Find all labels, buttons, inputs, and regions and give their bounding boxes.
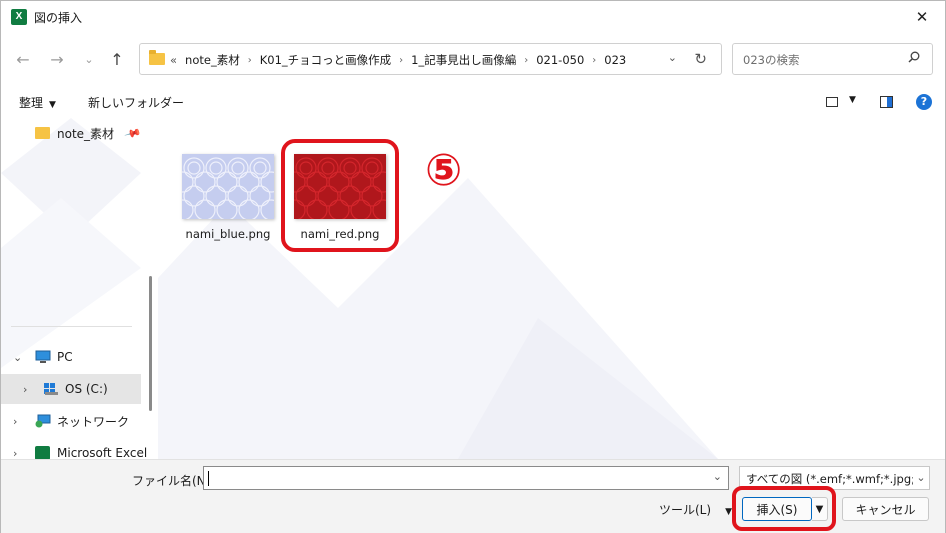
file-name: nami_blue.png <box>185 227 271 241</box>
sidebar-divider <box>11 326 132 327</box>
close-icon: ✕ <box>915 8 929 26</box>
watermark-background <box>158 178 718 459</box>
address-bar[interactable]: « note_素材 › K01_チョコっと画像作成 › 1_記事見出し画像編 ›… <box>139 43 722 75</box>
sidebar-item-os-drive[interactable]: › OS (C:) <box>1 374 141 404</box>
close-button[interactable]: ✕ <box>899 1 945 33</box>
chevron-right-icon[interactable]: › <box>23 383 27 396</box>
cancel-button[interactable]: キャンセル <box>842 497 929 521</box>
pin-icon[interactable]: 📌 <box>124 124 142 142</box>
breadcrumb-item[interactable]: 1_記事見出し画像編 <box>411 52 516 68</box>
breadcrumb-item[interactable]: K01_チョコっと画像作成 <box>260 52 391 68</box>
text-cursor <box>208 471 209 486</box>
arrow-right-icon: → <box>50 49 64 69</box>
filetype-value: すべての図 (*.emf;*.wmf;*.jpg;*.jpeg;*.jfif;*… <box>746 472 929 486</box>
recent-locations-button[interactable]: ⌄ <box>77 47 101 71</box>
command-bar: 整理 ▼ 新しいフォルダー ▼ ? <box>1 87 945 117</box>
dialog-title: 図の挿入 <box>34 11 83 25</box>
up-button[interactable]: ↑ <box>105 47 129 71</box>
chevron-right-icon[interactable]: › <box>13 415 17 428</box>
new-folder-button[interactable]: 新しいフォルダー <box>88 94 184 111</box>
sidebar-item-note-sozai[interactable]: note_素材 📌 <box>1 118 142 148</box>
chevron-right-icon[interactable]: › <box>592 55 596 66</box>
folder-icon <box>35 127 50 139</box>
search-icon <box>908 51 920 63</box>
drive-icon <box>44 383 58 395</box>
chevron-right-icon[interactable]: › <box>524 55 528 66</box>
preview-pane-icon[interactable] <box>880 96 893 108</box>
sidebar-item-label: Microsoft Excel <box>57 446 148 459</box>
caret-down-icon: ▼ <box>49 100 56 110</box>
sidebar-item-excel[interactable]: › Microsoft Excel <box>1 438 147 460</box>
chevron-down-icon: ⌄ <box>913 467 929 489</box>
tools-menu-button[interactable]: ツール(L) ▼ <box>659 501 732 518</box>
folder-icon <box>149 50 165 65</box>
chevron-down-icon[interactable]: ⌄ <box>13 351 22 364</box>
annotation-highlight-box <box>732 486 836 531</box>
tools-label: ツール(L) <box>659 503 712 517</box>
organize-menu-button[interactable]: 整理 ▼ <box>19 94 56 111</box>
excel-app-icon: X <box>11 9 27 25</box>
address-history-dropdown[interactable]: ⌄ <box>668 51 677 64</box>
caret-down-icon: ▼ <box>725 507 732 517</box>
annotation-step-number: ⑤ <box>425 145 463 196</box>
file-item[interactable]: nami_blue.png <box>172 154 282 241</box>
back-button[interactable]: ← <box>11 47 35 71</box>
chevron-right-icon[interactable]: › <box>248 55 252 66</box>
sidebar-item-network[interactable]: › ネットワーク <box>1 406 141 436</box>
view-mode-icon[interactable] <box>826 97 838 107</box>
chevron-down-icon: ⌄ <box>84 52 94 66</box>
chevron-right-icon[interactable]: › <box>399 55 403 66</box>
chevron-right-icon[interactable]: › <box>13 447 17 460</box>
search-input[interactable]: 023の検索 <box>743 52 799 68</box>
organize-label: 整理 <box>19 96 44 110</box>
arrow-left-icon: ← <box>16 49 30 69</box>
sidebar-item-label: note_素材 <box>57 126 115 141</box>
breadcrumb-overflow[interactable]: « <box>170 53 177 67</box>
excel-icon <box>35 446 50 459</box>
search-box[interactable]: 023の検索 <box>732 43 933 75</box>
breadcrumb-item[interactable]: 023 <box>604 53 626 67</box>
image-thumbnail <box>172 154 282 221</box>
dialog-footer: ファイル名(N): ⌄ すべての図 (*.emf;*.wmf;*.jpg;*.j… <box>1 459 945 533</box>
network-icon <box>35 414 51 428</box>
sidebar-item-pc[interactable]: ⌄ PC <box>1 342 141 372</box>
file-list-pane[interactable]: nami_blue.png nami_red.png ⑤ <box>158 118 945 459</box>
view-options-caret-icon[interactable]: ▼ <box>849 95 856 105</box>
breadcrumb: « note_素材 › K01_チョコっと画像作成 › 1_記事見出し画像編 ›… <box>170 52 626 68</box>
breadcrumb-item[interactable]: 021-050 <box>536 53 584 67</box>
navigation-pane: note_素材 📌 ⌄ PC › OS (C:) › ネットワーク › Micr… <box>1 118 157 459</box>
help-icon[interactable]: ? <box>916 94 932 110</box>
arrow-up-icon: ↑ <box>110 49 124 69</box>
sidebar-scrollbar[interactable] <box>149 276 152 411</box>
insert-picture-dialog: X 図の挿入 ✕ ← → ⌄ ↑ « note_素材 › K01_チョコっと画像… <box>0 0 946 533</box>
title-bar: X 図の挿入 ✕ <box>1 1 945 33</box>
sidebar-item-label: PC <box>57 350 73 364</box>
refresh-icon[interactable]: ↻ <box>694 50 707 68</box>
annotation-highlight-box <box>281 139 399 252</box>
forward-button[interactable]: → <box>45 47 69 71</box>
pc-monitor-icon <box>35 350 51 363</box>
navigation-bar: ← → ⌄ ↑ « note_素材 › K01_チョコっと画像作成 › 1_記事… <box>1 39 945 79</box>
filename-field[interactable]: ⌄ <box>203 466 729 490</box>
sidebar-item-label: OS (C:) <box>65 382 108 396</box>
breadcrumb-item[interactable]: note_素材 <box>185 52 240 68</box>
chevron-down-icon[interactable]: ⌄ <box>713 470 722 483</box>
sidebar-item-label: ネットワーク <box>57 414 130 429</box>
